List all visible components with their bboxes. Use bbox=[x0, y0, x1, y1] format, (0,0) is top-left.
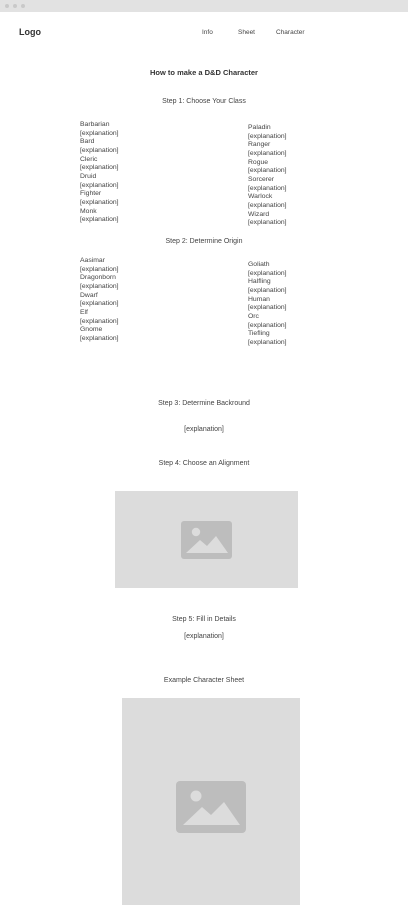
origin-explanation: [explanation] bbox=[248, 286, 287, 294]
origin-explanation: [explanation] bbox=[248, 304, 287, 312]
example-sheet-image-placeholder bbox=[122, 698, 300, 905]
class-explanation: [explanation] bbox=[248, 167, 287, 175]
window-minimize-dot[interactable] bbox=[13, 4, 17, 8]
class-explanation: [explanation] bbox=[248, 219, 287, 227]
class-explanation: [explanation] bbox=[80, 181, 119, 189]
origin-explanation: [explanation] bbox=[80, 300, 119, 308]
class-explanation: [explanation] bbox=[80, 146, 119, 154]
site-logo[interactable]: Logo bbox=[19, 27, 41, 37]
origin-elf: Elf bbox=[80, 308, 88, 316]
alignment-image-placeholder bbox=[115, 491, 298, 588]
class-explanation: [explanation] bbox=[248, 149, 287, 157]
origin-explanation: [explanation] bbox=[80, 317, 119, 325]
class-monk: Monk bbox=[80, 207, 97, 215]
step5-explanation: [explanation] bbox=[184, 633, 224, 640]
origin-explanation: [explanation] bbox=[80, 334, 119, 342]
origin-explanation: [explanation] bbox=[80, 265, 119, 273]
origin-explanation: [explanation] bbox=[248, 338, 287, 346]
nav-link-character[interactable]: Character bbox=[276, 29, 305, 36]
window-close-dot[interactable] bbox=[5, 4, 9, 8]
class-paladin: Paladin bbox=[248, 124, 271, 131]
origin-goliath: Goliath bbox=[248, 261, 270, 268]
image-placeholder-icon bbox=[176, 781, 246, 833]
nav-link-info[interactable]: Info bbox=[202, 29, 213, 36]
step3-heading: Step 3: Determine Backround bbox=[158, 400, 250, 407]
class-explanation: [explanation] bbox=[80, 198, 119, 206]
class-ranger: Ranger bbox=[248, 141, 271, 149]
class-explanation: [explanation] bbox=[248, 184, 287, 192]
class-fighter: Fighter bbox=[80, 190, 102, 198]
class-explanation: [explanation] bbox=[80, 129, 119, 137]
origin-list-left: Aasimar [explanation] Dragonborn [explan… bbox=[80, 257, 119, 344]
class-wizard: Wizard bbox=[248, 210, 270, 218]
window-maximize-dot[interactable] bbox=[21, 4, 25, 8]
origin-explanation: [explanation] bbox=[80, 282, 119, 290]
class-warlock: Warlock bbox=[248, 193, 273, 201]
class-explanation: [explanation] bbox=[248, 132, 287, 140]
class-rogue: Rogue bbox=[248, 158, 269, 166]
origin-human: Human bbox=[248, 295, 270, 303]
class-explanation: [explanation] bbox=[248, 201, 287, 209]
step4-heading: Step 4: Choose an Alignment bbox=[158, 460, 250, 467]
class-barbarian: Barbarian bbox=[80, 121, 110, 128]
page-title: How to make a D&D Character bbox=[150, 68, 258, 77]
origin-explanation: [explanation] bbox=[248, 269, 287, 277]
origin-explanation: [explanation] bbox=[248, 321, 287, 329]
step3-explanation: [explanation] bbox=[184, 426, 224, 433]
class-cleric: Cleric bbox=[80, 155, 98, 163]
origin-tiefling: Tiefling bbox=[248, 330, 270, 338]
step5-heading: Step 5: Fill in Details bbox=[172, 616, 236, 623]
class-sorcerer: Sorcerer bbox=[248, 175, 275, 183]
image-placeholder-icon bbox=[181, 521, 232, 559]
origin-gnome: Gnome bbox=[80, 326, 103, 334]
class-list-right: Paladin [explanation] Ranger [explanatio… bbox=[248, 124, 287, 228]
origin-orc: Orc bbox=[248, 312, 259, 320]
class-bard: Bard bbox=[80, 138, 95, 146]
origin-halfling: Halfling bbox=[248, 278, 271, 286]
step2-heading: Step 2: Determine Origin bbox=[165, 238, 243, 245]
window-titlebar bbox=[0, 0, 408, 12]
example-sheet-heading: Example Character Sheet bbox=[163, 677, 245, 684]
class-explanation: [explanation] bbox=[80, 164, 119, 172]
class-druid: Druid bbox=[80, 172, 97, 180]
class-explanation: [explanation] bbox=[80, 216, 119, 224]
nav-link-sheet[interactable]: Sheet bbox=[238, 29, 255, 36]
origin-dragonborn: Dragonborn bbox=[80, 274, 116, 282]
origin-dwarf: Dwarf bbox=[80, 291, 98, 299]
origin-aasimar: Aasimar bbox=[80, 257, 105, 264]
class-list-left: Barbarian [explanation] Bard [explanatio… bbox=[80, 121, 119, 225]
step1-heading: Step 1: Choose Your Class bbox=[162, 98, 246, 105]
origin-list-right: Goliath [explanation] Halfling [explanat… bbox=[248, 261, 287, 348]
